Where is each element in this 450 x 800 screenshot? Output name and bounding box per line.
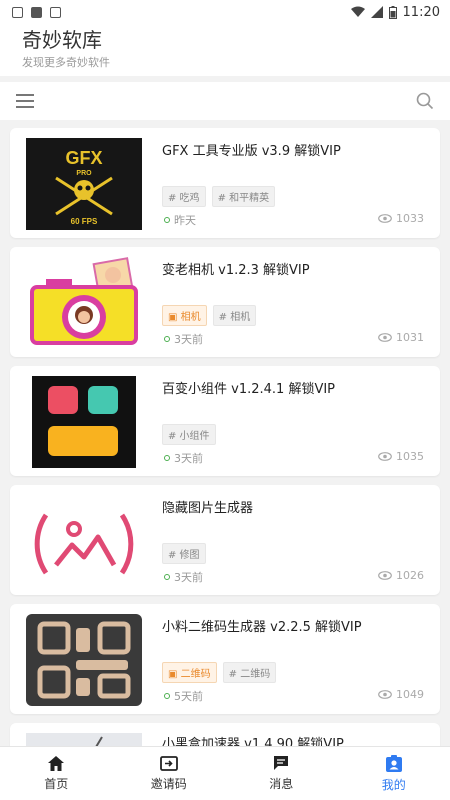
eye-icon [378,690,392,699]
nav-invite-label: 邀请码 [150,776,187,791]
nav-home[interactable]: 首页 [0,747,113,800]
view-count: 1049 [378,688,424,701]
post-date: 3天前 [164,331,203,347]
image-app-icon [26,495,142,587]
post-date: 3天前 [164,569,203,585]
app-title: 奇妙软库 [22,28,102,52]
battery-icon [388,5,397,19]
clock-icon [164,693,170,699]
gallery-notification-icon [12,6,23,18]
tag-highlight[interactable]: ▣ 二维码 [162,662,217,683]
eye-icon [378,452,392,461]
app-title: 小料二维码生成器 v2.2.5 解锁VIP [162,620,362,635]
post-date: 昨天 [164,212,196,228]
tag-list: # 修图 [162,543,206,564]
view-count: 1035 [378,450,424,463]
tag[interactable]: # 二维码 [222,662,277,683]
app-header: 奇妙软库 发现更多奇妙软件 [0,24,450,76]
wifi-icon [350,6,365,17]
profile-icon [385,754,402,772]
app-card[interactable]: 百变小组件 v1.2.4.1 解锁VIP # 小组件 3天前 1035 [10,366,440,476]
message-icon [274,756,289,770]
menu-icon[interactable] [16,94,36,108]
tag[interactable]: # 相机 [212,305,257,326]
tag-list: ▣ 二维码 # 二维码 [162,662,277,683]
svg-text:60 FPS: 60 FPS [71,217,98,226]
svg-text:PRO: PRO [76,170,92,177]
post-date: 5天前 [164,688,203,704]
nav-profile[interactable]: 我的 [338,747,450,800]
search-icon[interactable] [416,92,434,110]
nav-message-label: 消息 [269,777,294,791]
app-card[interactable]: 变老相机 v1.2.3 解锁VIP ▣ 相机 # 相机 3天前 1031 [10,247,440,357]
app-card[interactable]: 小料二维码生成器 v2.2.5 解锁VIP ▣ 二维码 # 二维码 5天前 10… [10,604,440,714]
app-title: 百变小组件 v1.2.4.1 解锁VIP [162,382,336,397]
tag[interactable]: # 和平精英 [211,186,276,207]
app-card[interactable]: GFX PRO 60 FPS GFX 工具专业版 v3.9 解锁VIP # 吃鸡… [10,128,440,238]
tag[interactable]: # 小组件 [162,424,216,445]
tag-list: # 吃鸡 # 和平精英 [162,186,276,207]
app-subtitle: 发现更多奇妙软件 [22,56,110,69]
eye-icon [378,571,392,580]
tag-list: # 小组件 [162,424,216,445]
tag-highlight[interactable]: ▣ 相机 [162,305,207,326]
view-count: 1031 [378,331,424,344]
widget-app-icon [26,376,142,468]
camera-app-icon [26,257,142,349]
tag-box-icon: ▣ [168,312,178,323]
toolbar [0,82,450,120]
tag-box-icon: ▣ [168,669,178,680]
app-title: 隐藏图片生成器 [162,501,254,516]
bottom-nav: 首页 邀请码 消息 我的 [0,746,450,800]
nav-message[interactable]: 消息 [225,747,338,800]
gfx-logo-icon: GFX PRO 60 FPS [26,138,142,230]
nav-invite[interactable]: 邀请码 [113,747,226,800]
clock-icon [164,217,170,223]
qrcode-app-icon [26,614,142,706]
app-title: 变老相机 v1.2.3 解锁VIP [162,263,310,278]
tag-list: ▣ 相机 # 相机 [162,305,257,326]
view-count: 1026 [378,569,424,582]
status-time: 11:20 [402,4,440,20]
tag[interactable]: # 吃鸡 [162,186,206,207]
tag[interactable]: # 修图 [162,543,206,564]
view-count: 1033 [378,212,424,225]
invite-icon [159,755,178,771]
nav-profile-label: 我的 [381,777,406,792]
status-bar: 11:20 [0,0,450,24]
app-card[interactable]: 隐藏图片生成器 # 修图 3天前 1026 [10,485,440,595]
clock-icon [164,574,170,580]
post-date: 3天前 [164,450,203,466]
clock-icon [164,336,170,342]
eye-icon [378,333,392,342]
app-notification-icon [31,6,42,18]
text-notification-icon [50,6,61,18]
nav-home-label: 首页 [44,776,69,791]
signal-icon [370,6,383,18]
eye-icon [378,214,392,223]
app-title: GFX 工具专业版 v3.9 解锁VIP [162,144,341,159]
clock-icon [164,455,170,461]
home-icon [48,755,65,771]
svg-text:GFX: GFX [65,148,102,168]
